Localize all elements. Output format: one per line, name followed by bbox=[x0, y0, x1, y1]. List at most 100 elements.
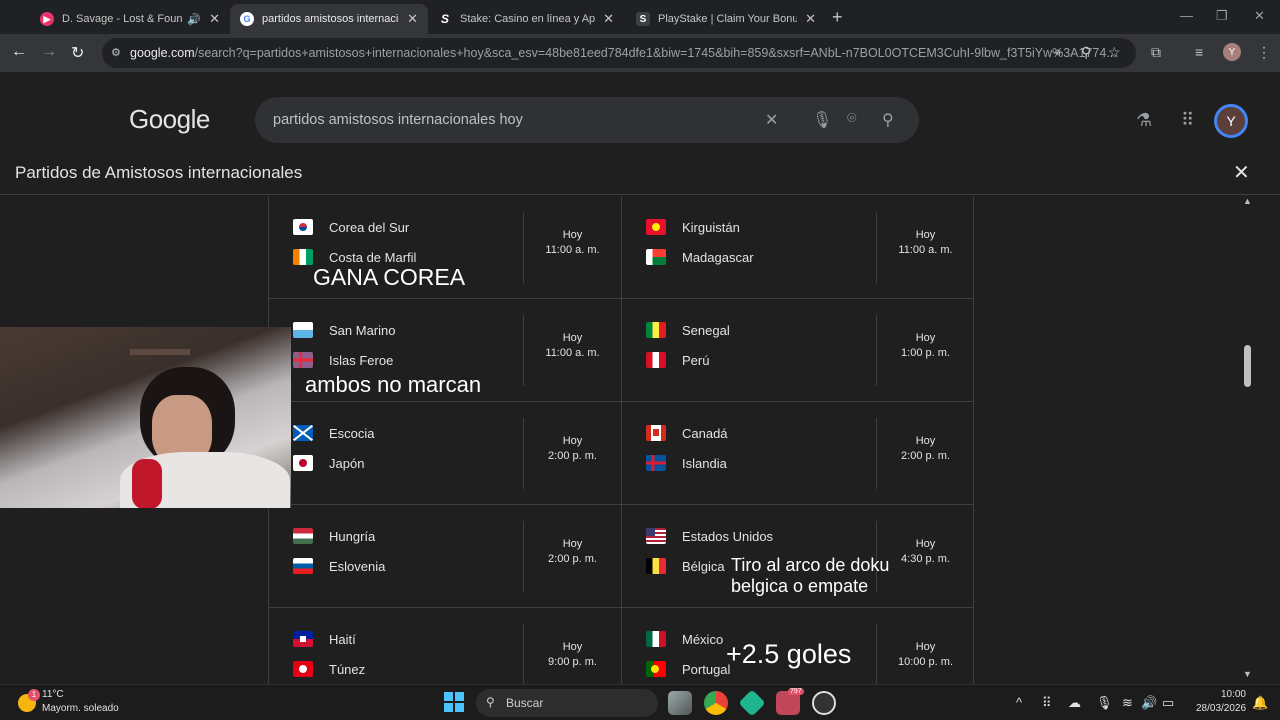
search-icon: ⚲ bbox=[486, 695, 495, 709]
match-card[interactable]: Escocia Japón Hoy 2:00 p. m. bbox=[269, 402, 621, 505]
profile-avatar[interactable]: Y bbox=[1223, 43, 1241, 61]
forward-icon[interactable]: → bbox=[41, 43, 57, 61]
close-tab-icon[interactable]: ✕ bbox=[407, 11, 418, 27]
address-bar[interactable]: ⚙ google.com/search?q=partidos+amistosos… bbox=[102, 38, 1136, 68]
tab-music[interactable]: ▶ D. Savage - Lost & Found ( 🔊 ✕ bbox=[30, 4, 230, 34]
scroll-down-icon[interactable]: ▼ bbox=[1243, 669, 1252, 679]
shelf bbox=[130, 349, 190, 355]
taskbar-search[interactable]: ⚲ Buscar bbox=[476, 689, 658, 717]
match-time: Hoy 2:00 p. m. bbox=[876, 418, 973, 489]
match-card[interactable]: Senegal Perú Hoy 1:00 p. m. bbox=[621, 299, 973, 402]
team-name: Madagascar bbox=[682, 249, 754, 265]
google-logo[interactable]: Google bbox=[129, 104, 210, 135]
match-card[interactable]: Hungría Eslovenia Hoy 2:00 p. m. bbox=[269, 505, 621, 608]
menu-icon[interactable]: ⋮ bbox=[1257, 44, 1271, 61]
task-view-icon[interactable] bbox=[668, 691, 692, 715]
flag-iceland-icon bbox=[646, 455, 666, 471]
team-name: Bélgica bbox=[682, 558, 725, 574]
clock-time: 10:00 bbox=[1220, 689, 1246, 700]
mic-icon[interactable]: 🎙 bbox=[1096, 695, 1113, 711]
weather-widget[interactable]: 1 11°C Mayorm. soleado bbox=[16, 689, 136, 717]
tray-chevron-icon[interactable]: ^ bbox=[1016, 695, 1022, 710]
volume-icon[interactable]: 🔊 bbox=[1141, 695, 1157, 711]
reload-icon[interactable]: ↻ bbox=[71, 43, 84, 63]
labs-icon[interactable]: ⚗ bbox=[1136, 110, 1152, 131]
url-path: /search?q=partidos+amistosos+internacion… bbox=[194, 46, 1117, 60]
notification-badge: 1 bbox=[28, 689, 40, 701]
location-icon[interactable]: ⌖ bbox=[1054, 44, 1062, 61]
new-tab-button[interactable]: + bbox=[832, 7, 843, 28]
speaker-icon: 🔊 bbox=[187, 13, 202, 26]
flag-korea-icon bbox=[293, 219, 313, 235]
match-time: Hoy 11:00 a. m. bbox=[523, 212, 621, 283]
team-name: Eslovenia bbox=[329, 558, 386, 574]
weather-desc: Mayorm. soleado bbox=[42, 703, 119, 714]
bookmark-star-icon[interactable]: ☆ bbox=[1108, 44, 1121, 61]
flag-usa-icon bbox=[646, 528, 666, 544]
wifi-icon[interactable]: ≋ bbox=[1122, 695, 1133, 711]
scrollbar[interactable] bbox=[1241, 196, 1255, 680]
lens-icon[interactable]: ⌾ bbox=[847, 110, 857, 128]
search-box[interactable]: partidos amistosos internacionales hoy ✕… bbox=[255, 97, 919, 143]
zoom-icon[interactable]: ⚲ bbox=[1081, 44, 1091, 61]
match-card[interactable]: Haití Túnez Hoy 9:00 p. m. bbox=[269, 608, 621, 684]
taskbar: 1 11°C Mayorm. soleado ⚲ Buscar 797 ^ ⠿ … bbox=[0, 684, 1280, 720]
apps-grid-icon[interactable]: ⠿ bbox=[1181, 110, 1194, 131]
windows-start-icon[interactable] bbox=[444, 692, 464, 712]
chrome-icon[interactable] bbox=[704, 691, 728, 715]
media-control-icon[interactable]: ≡ bbox=[1195, 44, 1203, 60]
match-time: Hoy 11:00 a. m. bbox=[876, 212, 973, 283]
tab-stake[interactable]: S Stake: Casino en línea y Apuest ✕ bbox=[428, 4, 624, 34]
flag-mexico-icon bbox=[646, 631, 666, 647]
tab-title: partidos amistosos internaciona bbox=[262, 13, 399, 25]
close-tab-icon[interactable]: ✕ bbox=[209, 11, 220, 27]
tab-google-search[interactable]: G partidos amistosos internaciona ✕ bbox=[230, 4, 428, 34]
match-card[interactable]: Canadá Islandia Hoy 2:00 p. m. bbox=[621, 402, 973, 505]
flag-belgium-icon bbox=[646, 558, 666, 574]
app-green-icon[interactable] bbox=[738, 689, 766, 717]
notifications-icon[interactable]: 🔔 bbox=[1252, 695, 1268, 711]
battery-icon[interactable]: ▭ bbox=[1162, 695, 1174, 711]
match-time: Hoy 11:00 a. m. bbox=[523, 315, 621, 386]
close-tab-icon[interactable]: ✕ bbox=[603, 11, 614, 27]
match-time: Hoy 1:00 p. m. bbox=[876, 315, 973, 386]
tray-grid-icon[interactable]: ⠿ bbox=[1042, 695, 1052, 711]
flag-madagascar-icon bbox=[646, 249, 666, 265]
tab-playstake[interactable]: S PlayStake | Claim Your Bonus ✕ bbox=[626, 4, 826, 34]
overlay-text: belgica o empate bbox=[731, 576, 869, 596]
back-icon[interactable]: ← bbox=[11, 43, 27, 61]
scroll-up-icon[interactable]: ▲ bbox=[1243, 196, 1252, 206]
clear-icon[interactable]: ✕ bbox=[765, 110, 778, 130]
webcam-feed bbox=[0, 327, 291, 508]
restore-icon[interactable]: ❐ bbox=[1216, 8, 1228, 24]
close-icon[interactable]: ✕ bbox=[1233, 160, 1250, 185]
match-time: Hoy 2:00 p. m. bbox=[523, 418, 621, 489]
microphone-icon[interactable]: 🎙 bbox=[812, 110, 832, 130]
search-query[interactable]: partidos amistosos internacionales hoy bbox=[273, 112, 523, 128]
match-time: Hoy 9:00 p. m. bbox=[523, 624, 621, 684]
extensions-icon[interactable]: ⧉ bbox=[1151, 44, 1161, 61]
minimize-icon[interactable]: — bbox=[1180, 8, 1193, 23]
search-icon[interactable]: ⚲ bbox=[882, 110, 894, 130]
obs-icon[interactable] bbox=[812, 691, 836, 715]
search-label: Buscar bbox=[506, 696, 544, 710]
overlay-text: +2.5 goles bbox=[726, 639, 852, 669]
close-tab-icon[interactable]: ✕ bbox=[805, 11, 816, 27]
url-host: google.com bbox=[130, 46, 195, 60]
telegram-icon[interactable]: 797 bbox=[776, 688, 804, 715]
site-info-icon[interactable]: ⚙ bbox=[111, 46, 121, 59]
google-account-avatar[interactable]: Y bbox=[1214, 104, 1248, 138]
flag-portugal-icon bbox=[646, 661, 666, 677]
team-name: México bbox=[682, 631, 724, 647]
flag-haiti-icon bbox=[293, 631, 313, 647]
match-card[interactable]: Kirguistán Madagascar Hoy 11:00 a. m. bbox=[621, 196, 973, 299]
flag-kyrgyzstan-icon bbox=[646, 219, 666, 235]
clock[interactable]: 10:00 28/03/2026 bbox=[1196, 688, 1246, 716]
google-header: Google partidos amistosos internacionale… bbox=[0, 72, 1280, 148]
flag-slovenia-icon bbox=[293, 558, 313, 574]
cloud-icon[interactable]: ☁ bbox=[1068, 695, 1081, 711]
microphone bbox=[132, 459, 162, 508]
scrollbar-thumb[interactable] bbox=[1244, 345, 1251, 387]
window-close-icon[interactable]: ✕ bbox=[1254, 8, 1265, 24]
team-name: Senegal bbox=[682, 322, 730, 338]
